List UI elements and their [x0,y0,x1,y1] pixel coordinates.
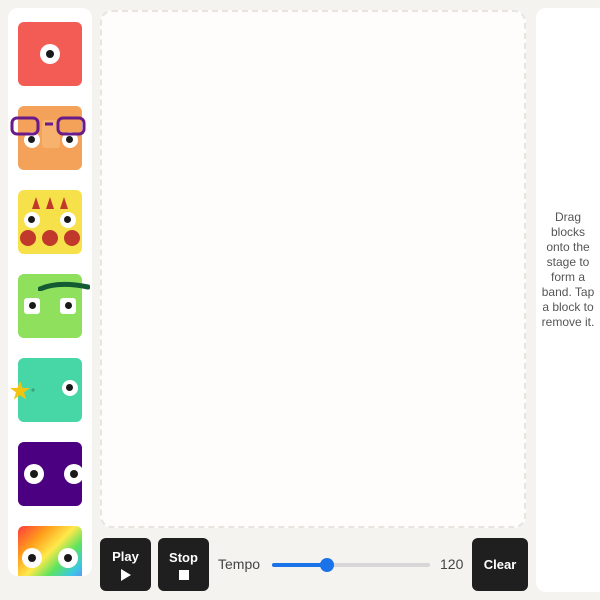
eye-icon [24,464,44,484]
block-green-unibrow[interactable] [18,274,91,338]
help-panel: Drag blocks onto the stage to form a ban… [536,8,600,592]
help-text: Drag blocks onto the stage to form a ban… [541,210,595,329]
tempo-label: Tempo [218,556,261,572]
block-palette [8,8,92,576]
stop-icon [178,569,189,580]
block-teal-star[interactable] [10,358,82,422]
block-orange-glasses[interactable] [10,106,86,170]
slider-fill [272,563,328,567]
block-purple-eyes[interactable] [18,442,84,506]
stage-drop-area[interactable] [100,10,526,528]
red-dot-icon [20,230,36,246]
stop-button-label: Stop [169,549,198,565]
eye-icon [24,212,40,228]
eye-icon [58,548,78,568]
star-icon [10,380,38,402]
eye-icon [40,44,60,64]
play-icon [120,568,131,581]
eye-icon [62,380,78,396]
red-dot-icon [42,230,58,246]
eyebrow-icon [37,278,91,292]
tempo-slider[interactable] [272,558,430,572]
block-rainbow[interactable] [18,526,82,576]
eye-icon [64,464,84,484]
spikes-icon [32,196,72,209]
tempo-value: 120 [440,556,464,572]
eye-icon [60,298,76,314]
clear-button[interactable]: Clear [472,538,528,591]
stop-button[interactable]: Stop [158,538,209,591]
glasses-icon [10,116,90,136]
clear-button-label: Clear [483,557,517,572]
play-button-label: Play [112,548,139,564]
play-button[interactable]: Play [100,538,151,591]
eye-icon [60,212,76,228]
eye-icon [22,548,42,568]
transport-controls: Play Stop Tempo 120 Clear [100,538,528,592]
block-yellow-spikes[interactable] [18,190,82,254]
slider-thumb[interactable] [320,558,335,572]
block-red-one-eye[interactable] [18,22,82,86]
eye-icon [24,298,40,314]
red-dot-icon [64,230,80,246]
